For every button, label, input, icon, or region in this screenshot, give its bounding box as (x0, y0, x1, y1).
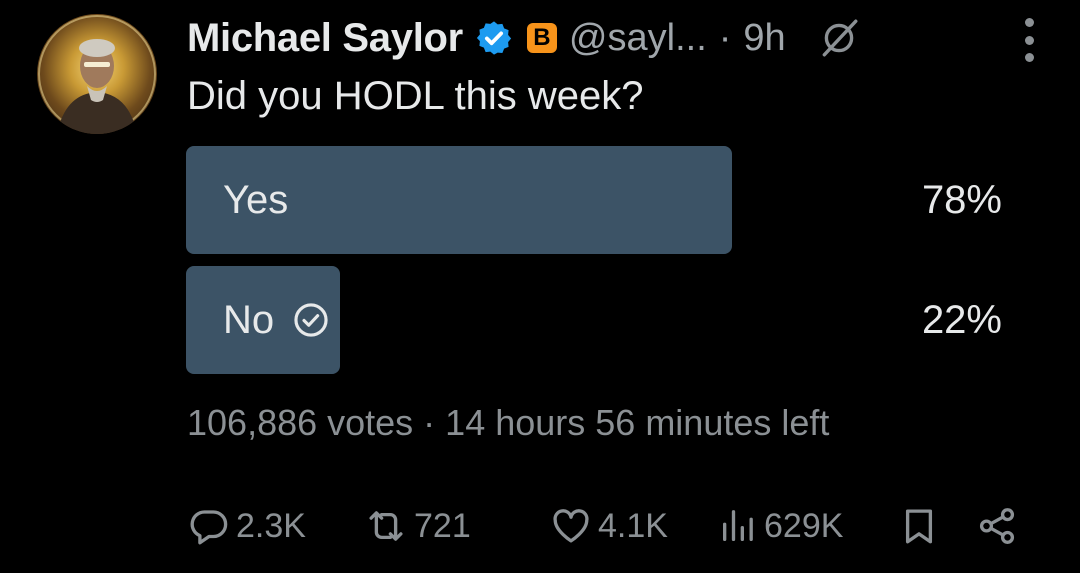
separator-dot: · (718, 16, 732, 59)
verified-badge-icon[interactable] (475, 19, 513, 57)
like-count: 4.1K (598, 506, 668, 545)
views-button[interactable]: 629K (718, 498, 843, 554)
timestamp[interactable]: 9h (743, 17, 785, 60)
tweet-header: Michael Saylor B @sayl... · 9h (187, 12, 1040, 64)
more-icon[interactable] (1023, 18, 1035, 62)
repost-button[interactable]: 721 (364, 498, 471, 554)
bitcoin-affiliate-badge-icon[interactable]: B (526, 23, 557, 53)
reply-button[interactable]: 2.3K (188, 498, 306, 554)
reply-icon (190, 510, 228, 545)
reply-count: 2.3K (236, 506, 306, 545)
repost-icon (369, 511, 403, 541)
selected-check-icon (292, 301, 330, 339)
share-button[interactable] (976, 498, 1018, 554)
bookmark-icon (905, 509, 933, 544)
avatar-image (38, 15, 156, 134)
poll-option-yes: Yes 78% (186, 146, 1002, 254)
like-icon (553, 509, 589, 543)
poll-option-no: No 22% (186, 266, 1002, 374)
tweet-text: Did you HODL this week? (187, 74, 644, 118)
share-icon (979, 508, 1015, 544)
poll-meta: 106,886 votes · 14 hours 56 minutes left (187, 402, 830, 443)
views-icon (723, 510, 753, 541)
bookmark-button[interactable] (898, 498, 940, 554)
avatar[interactable] (37, 14, 157, 134)
poll-percent-yes: 78% (921, 177, 1002, 222)
author-handle[interactable]: @sayl... (569, 17, 707, 60)
like-button[interactable]: 4.1K (550, 498, 668, 554)
poll-percent-no: 22% (921, 297, 1002, 342)
views-count: 629K (764, 506, 844, 545)
action-bar: 2.3K 721 4.1K 629K (188, 498, 1030, 554)
poll-label-no: No (223, 297, 275, 342)
grok-icon[interactable] (818, 17, 860, 59)
repost-count: 721 (414, 506, 471, 545)
poll-label-yes: Yes (223, 177, 289, 222)
author-name[interactable]: Michael Saylor (187, 16, 463, 61)
